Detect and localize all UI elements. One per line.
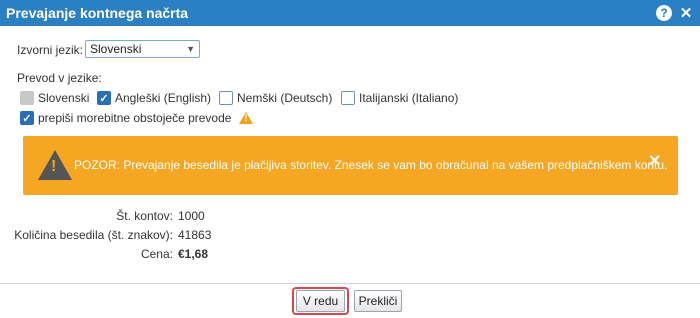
accounts-count-value: 1000	[178, 209, 205, 223]
price-value: €1,68	[178, 247, 209, 261]
checkbox-disabled	[20, 91, 34, 105]
overwrite-label: prepiši morebitne obstoječe prevode	[38, 111, 232, 125]
overwrite-option[interactable]: ✓ prepiši morebitne obstoječe prevode !	[20, 110, 254, 126]
dialog-titlebar: Prevajanje kontnega načrta ? ✕	[0, 0, 700, 26]
language-option-italian[interactable]: Italijanski (Italiano)	[341, 90, 458, 106]
language-label: Angleški (English)	[115, 91, 212, 105]
price-label: Cena:	[140, 247, 173, 261]
language-option-german[interactable]: Nemški (Deutsch)	[219, 90, 332, 106]
ok-button[interactable]: V redu	[296, 290, 345, 312]
checkbox-unchecked[interactable]	[219, 91, 233, 105]
close-icon[interactable]: ✕	[678, 5, 694, 22]
source-language-value: Slovenski	[90, 42, 142, 56]
cancel-button[interactable]: Prekliči	[354, 290, 402, 312]
source-language-label: Izvorni jezik:	[17, 43, 84, 57]
warning-icon: !	[38, 150, 72, 180]
footer-divider	[0, 283, 700, 284]
language-option-english[interactable]: ✓ Angleški (English)	[97, 90, 211, 106]
accounts-count-label: Št. kontov:	[116, 209, 173, 223]
checkbox-unchecked[interactable]	[341, 91, 355, 105]
payment-warning-alert: ! POZOR: Prevajanje besedila je plačljiv…	[23, 136, 678, 195]
source-language-select[interactable]: Slovenski ▼	[85, 40, 200, 58]
language-label: Slovenski	[38, 91, 90, 105]
alert-text: POZOR: Prevajanje besedila je plačljiva …	[74, 158, 668, 172]
character-count-label: Količina besedila (št. znakov):	[14, 228, 173, 242]
dialog-title: Prevajanje kontnega načrta	[6, 5, 189, 21]
alert-close-icon[interactable]: ✕	[648, 151, 661, 171]
chevron-down-icon: ▼	[186, 44, 195, 54]
language-option-slovenski: Slovenski	[20, 90, 89, 106]
character-count-value: 41863	[178, 228, 212, 242]
warning-icon: !	[239, 112, 254, 124]
checkbox-checked[interactable]: ✓	[20, 111, 34, 125]
language-label: Nemški (Deutsch)	[237, 91, 333, 105]
translation-languages-label: Prevod v jezike:	[17, 71, 102, 85]
language-label: Italijanski (Italiano)	[359, 91, 459, 105]
help-icon[interactable]: ?	[656, 5, 672, 21]
checkbox-checked[interactable]: ✓	[97, 91, 111, 105]
